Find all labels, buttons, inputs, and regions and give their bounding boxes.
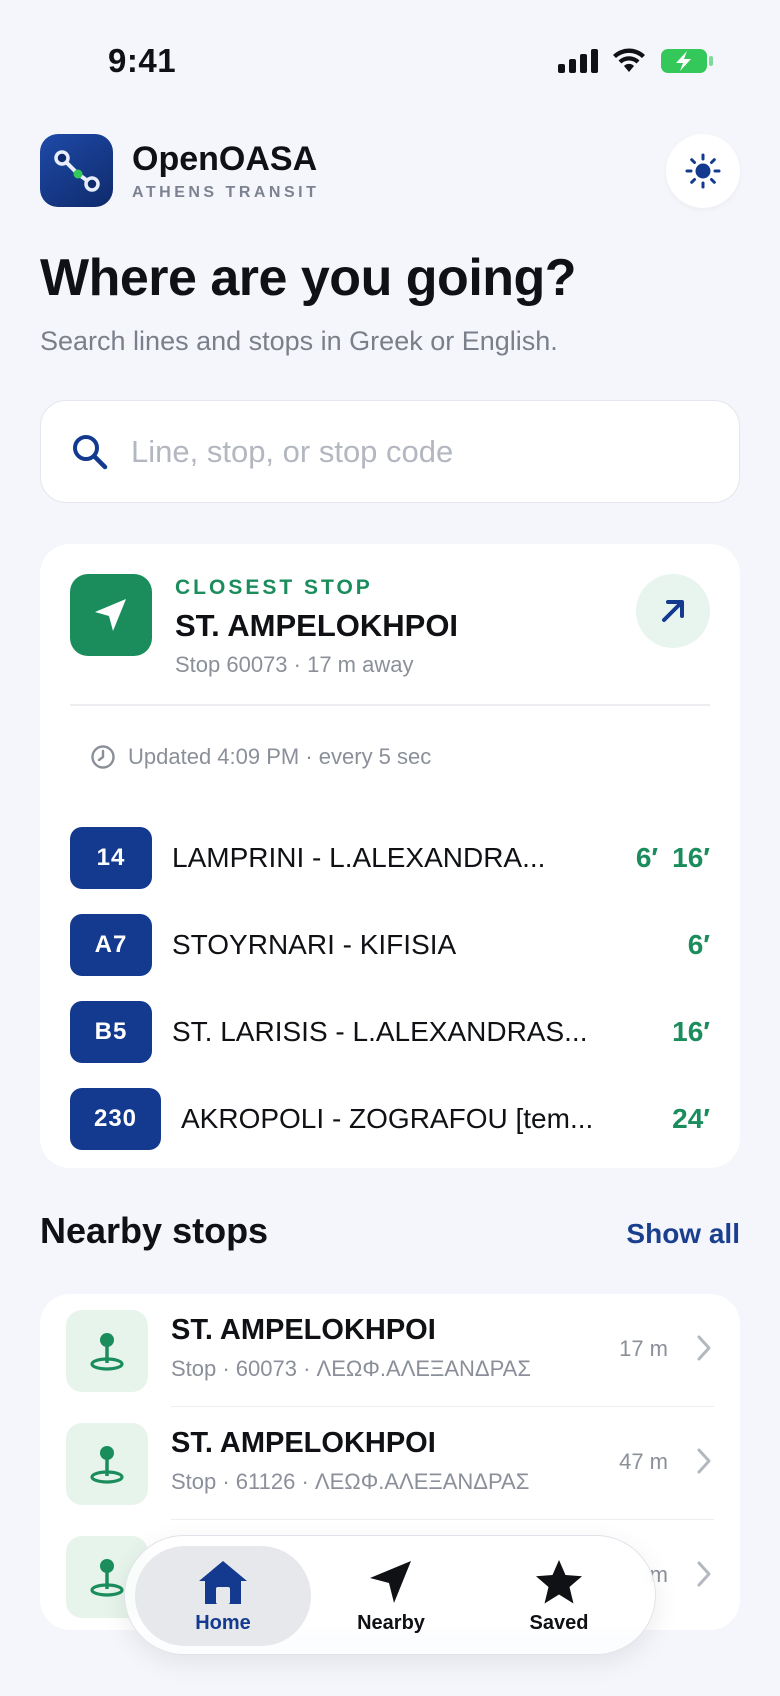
status-time: 9:41 xyxy=(108,42,177,79)
stop-distance: 17 m xyxy=(619,1336,668,1361)
page-subtitle: Search lines and stops in Greek or Engli… xyxy=(40,326,558,356)
open-stop-button[interactable] xyxy=(636,574,710,648)
line-badge: B5 xyxy=(70,1000,152,1063)
arrow-up-right-icon xyxy=(662,600,684,622)
arrival-time: 16′ xyxy=(672,841,710,873)
wifi-icon xyxy=(613,48,645,72)
stop-distance: 47 m xyxy=(619,1449,668,1474)
tab-label: Home xyxy=(195,1611,251,1634)
app-header: OpenOASA ATHENS TRANSIT xyxy=(40,134,740,208)
battery-charging-icon xyxy=(661,49,713,73)
stop-name: ST. AMPELOKHPOI xyxy=(171,1427,436,1459)
tab-label: Nearby xyxy=(357,1611,425,1634)
app-name: OpenOASA xyxy=(132,140,318,178)
arrival-times: 6′ xyxy=(688,929,710,961)
chevron-right-icon xyxy=(697,1561,711,1587)
route-name: ST. LARISIS - L.ALEXANDRAS... xyxy=(172,1015,588,1047)
updated-text: Updated 4:09 PM · every 5 sec xyxy=(128,744,432,769)
tab-nearby[interactable]: Nearby xyxy=(303,1546,479,1646)
arrival-row[interactable]: A7 STOYRNARI - KIFISIA 6′ xyxy=(70,901,710,988)
tab-bar: Home Nearby Saved xyxy=(124,1535,656,1655)
chevron-right-icon xyxy=(697,1335,711,1361)
nearby-section-title: Nearby stops xyxy=(40,1210,269,1251)
map-pin-icon xyxy=(66,1423,148,1505)
app-subtitle: ATHENS TRANSIT xyxy=(132,184,320,201)
line-badge: 14 xyxy=(70,826,152,889)
page-title: Where are you going? xyxy=(40,249,577,307)
stop-meta: Stop · 61126 · ΛΕΩΦ.ΑΛΕΞΑΝΔΡΑΣ xyxy=(171,1469,530,1494)
closest-stop-meta: Stop 60073 · 17 m away xyxy=(175,652,414,677)
status-bar: 9:41 xyxy=(0,0,780,120)
search-input[interactable] xyxy=(131,433,691,470)
tab-saved[interactable]: Saved xyxy=(471,1546,647,1646)
route-name: AKROPOLI - ZOGRAFOU [tem... xyxy=(181,1102,594,1134)
route-name: STOYRNARI - KIFISIA xyxy=(172,928,457,960)
line-badge: 230 xyxy=(70,1087,161,1150)
arrival-times: 24′ xyxy=(672,1103,710,1135)
closest-stop-name: ST. AMPELOKHPOI xyxy=(175,608,459,643)
line-badge: A7 xyxy=(70,913,152,976)
arrival-time: 16′ xyxy=(672,1015,710,1047)
sun-icon xyxy=(685,153,721,189)
search-icon xyxy=(73,434,108,469)
clock-icon xyxy=(91,745,115,769)
arrival-time: 6′ xyxy=(687,928,710,960)
closest-stop-card[interactable]: CLOSEST STOP ST. AMPELOKHPOI Stop 60073 … xyxy=(40,544,740,1168)
list-item[interactable]: ST. AMPELOKHPOI Stop · 60073 · ΛΕΩΦ.ΑΛΕΞ… xyxy=(40,1294,740,1407)
stop-name: ST. AMPELOKHPOI xyxy=(171,1314,436,1346)
arrival-times: 6′ 16′ xyxy=(636,842,710,874)
arrival-row[interactable]: B5 ST. LARISIS - L.ALEXANDRAS... 16′ xyxy=(70,988,710,1075)
map-pin-icon xyxy=(66,1310,148,1392)
list-item[interactable]: ST. AMPELOKHPOI Stop · 61126 · ΛΕΩΦ.ΑΛΕΞ… xyxy=(40,1407,740,1520)
route-name: LAMPRINI - L.ALEXANDRA... xyxy=(172,841,546,873)
search-bar[interactable] xyxy=(40,400,740,503)
stop-meta: Stop · 60073 · ΛΕΩΦ.ΑΛΕΞΑΝΔΡΑΣ xyxy=(171,1356,531,1381)
star-icon xyxy=(536,1559,582,1603)
cellular-signal-icon xyxy=(558,49,598,73)
arrival-time: 6′ xyxy=(635,841,659,873)
arrival-times: 16′ xyxy=(672,1016,710,1048)
app-logo-icon xyxy=(40,134,113,207)
closest-stop-label: CLOSEST STOP xyxy=(175,576,373,599)
location-arrow-icon xyxy=(70,574,152,656)
tab-label: Saved xyxy=(529,1611,589,1634)
status-icons xyxy=(558,48,714,74)
arrival-row[interactable]: 14 LAMPRINI - L.ALEXANDRA... 6′ 16′ xyxy=(70,814,710,901)
home-icon xyxy=(199,1560,247,1604)
divider xyxy=(70,704,710,706)
location-arrow-icon xyxy=(370,1560,411,1603)
arrival-row[interactable]: 230 AKROPOLI - ZOGRAFOU [tem... 24′ xyxy=(70,1075,710,1162)
show-all-link[interactable]: Show all xyxy=(626,1218,740,1250)
arrivals-list: 14 LAMPRINI - L.ALEXANDRA... 6′ 16′ A7 S… xyxy=(70,814,710,1162)
update-status: Updated 4:09 PM · every 5 sec xyxy=(90,744,431,770)
chevron-right-icon xyxy=(697,1448,711,1474)
theme-toggle-button[interactable] xyxy=(666,134,740,208)
arrival-time: 24′ xyxy=(672,1102,710,1134)
tab-home[interactable]: Home xyxy=(135,1546,311,1646)
